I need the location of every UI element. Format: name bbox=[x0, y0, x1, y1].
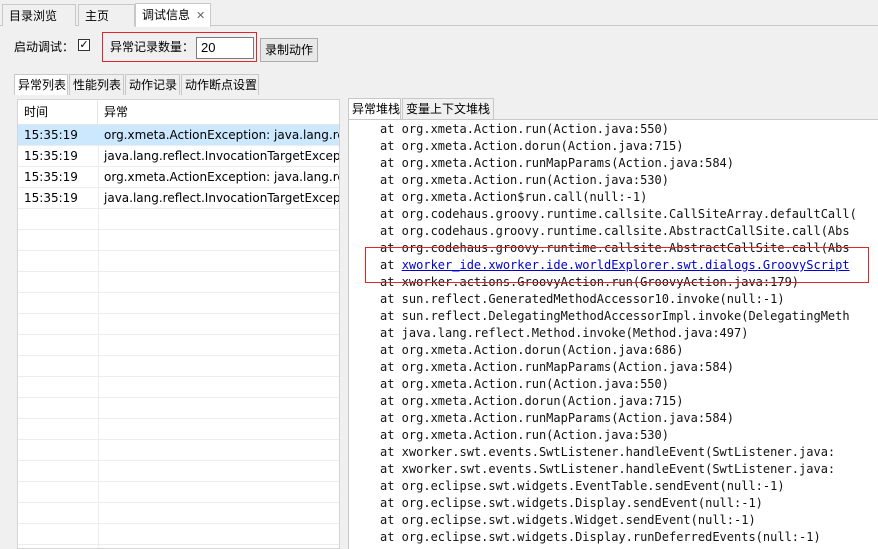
exception-table: 时间 异常 15:35:19 org.xmeta.ActionException… bbox=[17, 99, 340, 549]
table-row bbox=[18, 335, 339, 356]
tab-exception-list[interactable]: 异常列表 bbox=[14, 74, 68, 95]
table-row bbox=[18, 356, 339, 377]
table-row bbox=[18, 230, 339, 251]
tab-directory-browse[interactable]: 目录浏览 bbox=[2, 4, 76, 26]
table-row bbox=[18, 482, 339, 503]
table-row bbox=[18, 377, 339, 398]
table-row bbox=[18, 524, 339, 545]
table-row bbox=[18, 461, 339, 482]
table-row[interactable]: 15:35:19 org.xmeta.ActionException: java… bbox=[18, 167, 339, 188]
cell-time: 15:35:19 bbox=[24, 149, 78, 163]
tab-action-breakpoints[interactable]: 动作断点设置 bbox=[181, 74, 259, 95]
tab-label: 变量上下文堆栈 bbox=[406, 102, 491, 116]
tab-label: 异常列表 bbox=[18, 78, 67, 92]
stacktrace-line: at xworker.swt.events.SwtListener.handle… bbox=[380, 445, 836, 459]
table-row bbox=[18, 251, 339, 272]
stacktrace-line: at org.xmeta.Action.run(Action.java:550) bbox=[380, 377, 669, 391]
debug-checkbox[interactable]: ✓ bbox=[78, 39, 90, 51]
close-icon[interactable]: ✕ bbox=[196, 5, 205, 27]
stacktrace-line: at sun.reflect.GeneratedMethodAccessor10… bbox=[380, 292, 785, 306]
tab-label: 性能列表 bbox=[73, 78, 122, 92]
stacktrace-line: at org.eclipse.swt.widgets.Widget.sendEv… bbox=[380, 513, 756, 527]
tab-debug-info[interactable]: 调试信息 ✕ bbox=[135, 3, 211, 27]
stacktrace-line: at org.eclipse.swt.widgets.Display.runDe… bbox=[380, 530, 821, 544]
cell-exception: java.lang.reflect.InvocationTargetExcept… bbox=[104, 191, 339, 205]
table-row[interactable]: 15:35:19 java.lang.reflect.InvocationTar… bbox=[18, 146, 339, 167]
table-row bbox=[18, 440, 339, 461]
stacktrace-line: at org.xmeta.Action.dorun(Action.java:71… bbox=[380, 139, 684, 153]
stacktrace-line: at java.lang.reflect.Method.invoke(Metho… bbox=[380, 326, 749, 340]
stacktrace-line: at org.xmeta.Action.dorun(Action.java:68… bbox=[380, 343, 684, 357]
stacktrace-line: at xworker.swt.events.SwtListener.handle… bbox=[380, 462, 836, 476]
table-row[interactable]: 15:35:19 java.lang.reflect.InvocationTar… bbox=[18, 188, 339, 209]
table-row bbox=[18, 314, 339, 335]
stacktrace-line: at org.xmeta.Action.runMapParams(Action.… bbox=[380, 360, 735, 374]
tab-label: 主页 bbox=[85, 9, 110, 23]
stacktrace-line: at org.xmeta.Action$run.call(null:-1) bbox=[380, 190, 648, 204]
splitter[interactable] bbox=[343, 99, 347, 549]
tab-label: 目录浏览 bbox=[9, 9, 58, 23]
cell-exception: org.xmeta.ActionException: java.lang.ref… bbox=[104, 128, 339, 142]
tab-label: 异常堆栈 bbox=[352, 102, 401, 116]
stacktrace-line: at org.xmeta.Action.dorun(Action.java:71… bbox=[380, 394, 684, 408]
tab-exception-stack[interactable]: 异常堆栈 bbox=[348, 98, 401, 120]
stacktrace-panel[interactable]: at org.xmeta.Action.run(Action.java:550)… bbox=[348, 119, 878, 549]
cell-exception: org.xmeta.ActionException: java.lang.ref… bbox=[104, 170, 339, 184]
stacktrace-line: at org.xmeta.Action.run(Action.java:530) bbox=[380, 428, 669, 442]
debug-label: 启动调试： bbox=[14, 40, 75, 54]
table-row bbox=[18, 293, 339, 314]
stacktrace-line: at org.xmeta.Action.runMapParams(Action.… bbox=[380, 411, 735, 425]
tab-label: 调试信息 bbox=[142, 8, 191, 22]
stacktrace-line: at org.xmeta.Action.runMapParams(Action.… bbox=[380, 156, 735, 170]
cell-time: 15:35:19 bbox=[24, 191, 78, 205]
table-row bbox=[18, 398, 339, 419]
exception-count-input[interactable]: 20 bbox=[196, 37, 254, 59]
highlight-box bbox=[365, 247, 869, 283]
stacktrace-line: at org.xmeta.Action.run(Action.java:530) bbox=[380, 173, 669, 187]
table-row bbox=[18, 503, 339, 524]
tab-variable-context-stack[interactable]: 变量上下文堆栈 bbox=[402, 98, 494, 120]
table-row bbox=[18, 419, 339, 440]
cell-time: 15:35:19 bbox=[24, 128, 78, 142]
exception-count-label: 异常记录数量： bbox=[110, 40, 195, 54]
table-row bbox=[18, 272, 339, 293]
column-header-exception[interactable]: 异常 bbox=[98, 100, 339, 124]
stacktrace-line: at org.eclipse.swt.widgets.Display.sendE… bbox=[380, 496, 763, 510]
record-action-button[interactable]: 录制动作 bbox=[260, 38, 318, 62]
tab-label: 动作断点设置 bbox=[185, 78, 258, 92]
tab-action-record[interactable]: 动作记录 bbox=[125, 74, 180, 95]
stacktrace-line: at org.codehaus.groovy.runtime.callsite.… bbox=[380, 207, 857, 221]
top-tab-bar: 目录浏览 主页 调试信息 ✕ bbox=[0, 0, 878, 27]
stacktrace-line: at sun.reflect.DelegatingMethodAccessorI… bbox=[380, 309, 850, 323]
table-header: 时间 异常 bbox=[18, 100, 339, 125]
cell-exception: java.lang.reflect.InvocationTargetExcept… bbox=[104, 149, 339, 163]
stacktrace-line: at org.xmeta.Action.run(Action.java:550) bbox=[380, 122, 669, 136]
tab-label: 动作记录 bbox=[129, 78, 178, 92]
tab-home[interactable]: 主页 bbox=[78, 4, 135, 26]
stacktrace-line: at org.eclipse.swt.widgets.EventTable.se… bbox=[380, 479, 785, 493]
table-row bbox=[18, 209, 339, 230]
table-row[interactable]: 15:35:19 org.xmeta.ActionException: java… bbox=[18, 125, 339, 146]
stacktrace-line: at org.codehaus.groovy.runtime.callsite.… bbox=[380, 224, 850, 238]
column-header-time[interactable]: 时间 bbox=[18, 100, 98, 124]
cell-time: 15:35:19 bbox=[24, 170, 78, 184]
tab-performance-list[interactable]: 性能列表 bbox=[69, 74, 124, 95]
